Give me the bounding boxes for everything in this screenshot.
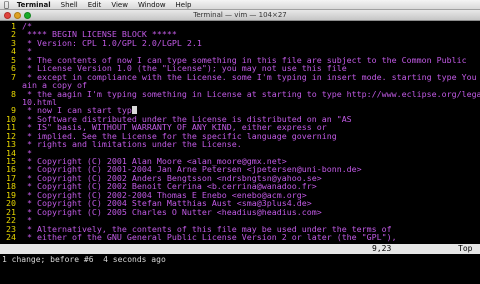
line-number: 7: [11, 71, 16, 82]
line-number: 8: [11, 88, 16, 99]
window-title: Terminal — vim — 104×27: [193, 11, 287, 19]
editor-line[interactable]: 24 * either of the GNU General Public Li…: [0, 231, 480, 242]
close-window-button[interactable]: [4, 12, 11, 19]
vim-editor-buffer[interactable]: 1/* 2 **** BEGIN LICENSE BLOCK ***** 3 * V…: [0, 22, 480, 243]
status-scroll-position: Top: [458, 244, 473, 253]
editor-line[interactable]: 13 * rights and limitations under the Li…: [0, 139, 480, 150]
menu-window[interactable]: Window: [138, 1, 166, 9]
menu-view[interactable]: View: [111, 1, 128, 9]
line-text: * Version: CPL 1.0/GPL 2.0/LGPL 2.1: [22, 37, 202, 48]
menu-help[interactable]: Help: [176, 1, 192, 9]
editor-line[interactable]: 3 * Version: CPL 1.0/GPL 2.0/LGPL 2.1: [0, 37, 480, 48]
apple-icon[interactable]: : [4, 0, 9, 9]
menu-bar:  Terminal Shell Edit View Window Help: [0, 0, 480, 10]
vim-status-line: RubyInteger.java [+] 9,23 Top: [0, 244, 480, 263]
line-text: * Copyright (C) 2005 Charles O Nutter <h…: [22, 206, 322, 217]
vim-message-line: 1 change; before #6 4 seconds ago: [2, 255, 166, 264]
line-text: * except in compliance with the License.…: [22, 71, 480, 82]
window-controls: [4, 12, 31, 19]
menu-edit[interactable]: Edit: [88, 1, 102, 9]
editor-line[interactable]: 21 * Copyright (C) 2005 Charles O Nutter…: [0, 206, 480, 217]
minimize-window-button[interactable]: [14, 12, 21, 19]
line-text: * either of the GNU General Public Licen…: [22, 231, 397, 242]
line-text: * the aagin I'm typing something in Lice…: [22, 88, 480, 99]
line-number: 24: [6, 231, 16, 242]
window-titlebar[interactable]: Terminal — vim — 104×27: [0, 10, 480, 21]
menu-terminal[interactable]: Terminal: [17, 1, 51, 9]
zoom-window-button[interactable]: [24, 12, 31, 19]
line-text: * rights and limitations under the Licen…: [22, 139, 242, 150]
menu-shell[interactable]: Shell: [61, 1, 78, 9]
editor-line[interactable]: 8 * the aagin I'm typing something in Li…: [0, 88, 480, 99]
status-cursor-position: 9,23: [372, 244, 392, 253]
